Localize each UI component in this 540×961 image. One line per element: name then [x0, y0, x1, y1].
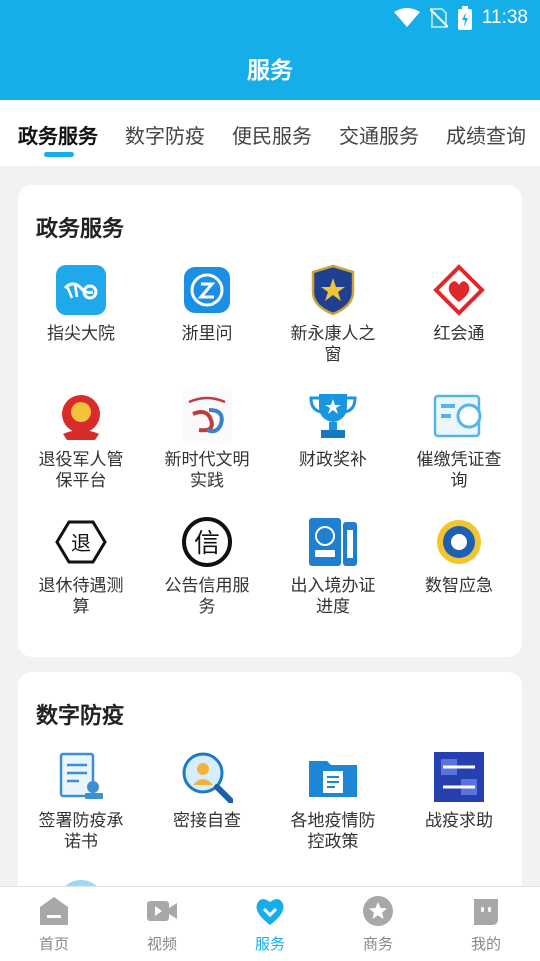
nav-business[interactable]: 商务 — [324, 895, 432, 954]
passport-icon — [309, 518, 357, 566]
credit-circle-icon: 信 — [182, 517, 232, 567]
chat-app-icon — [184, 267, 230, 313]
tab-traffic-service[interactable]: 交通服务 — [339, 120, 419, 149]
service-label: 各地疫情防控政策 — [290, 811, 376, 852]
voucher-search-icon — [433, 394, 482, 438]
section-title: 数字防疫 — [36, 704, 125, 729]
svg-text:退: 退 — [71, 531, 91, 555]
star-icon — [363, 896, 393, 926]
service-label: 出入境办证进度 — [290, 576, 376, 617]
nav-label: 我的 — [470, 935, 501, 953]
service-label: 红会通 — [433, 324, 485, 344]
service-item-retire-calc[interactable]: 退 退休待遇测算 — [18, 516, 144, 618]
nav-video[interactable]: 视频 — [108, 895, 216, 954]
tab-bar: 政务服务 数字防疫 便民服务 交通服务 成绩查询 — [0, 100, 540, 166]
national-emblem-icon — [62, 395, 100, 440]
service-label: 新永康人之窗 — [290, 324, 376, 365]
service-label: 退休待遇测算 — [38, 576, 124, 617]
gov-service-card: 政务服务 指尖大院 浙里问 新永康人之窗 红会通 退役军人管保平台 新时代文明实… — [18, 185, 522, 657]
police-badge-icon — [311, 264, 355, 316]
service-item-sign-pledge[interactable]: 签署防疫承诺书 — [18, 751, 144, 853]
service-label: 财政奖补 — [299, 450, 367, 470]
tab-gov-service[interactable]: 政务服务 — [18, 120, 98, 149]
service-label: 浙里问 — [181, 324, 233, 344]
service-item-zhijian-dayuan[interactable]: 指尖大院 — [18, 264, 144, 345]
document-stamp-icon — [59, 752, 103, 799]
tab-score-query[interactable]: 成绩查询 — [446, 120, 526, 149]
service-item-close-contact-check[interactable]: 密接自查 — [144, 751, 270, 832]
nav-profile[interactable]: 我的 — [432, 895, 540, 954]
app-header: 服务 — [0, 36, 540, 100]
service-label: 催缴凭证查询 — [416, 450, 502, 491]
battery-icon — [457, 6, 472, 30]
page-title: 服务 — [247, 58, 293, 84]
service-item-finance-award[interactable]: 财政奖补 — [270, 390, 396, 471]
service-item-voucher-query[interactable]: 催缴凭证查询 — [396, 390, 522, 492]
heart-service-icon — [256, 898, 284, 925]
service-item-zheli-wen[interactable]: 浙里问 — [144, 264, 270, 345]
nav-label: 商务 — [362, 935, 393, 953]
service-item-epidemic-help[interactable]: 战疫求助 — [396, 751, 522, 832]
nav-label: 服务 — [254, 935, 285, 953]
wifi-icon — [393, 8, 420, 27]
nav-label: 视频 — [146, 935, 177, 953]
status-bar: 11:38 — [0, 0, 540, 36]
service-item-civilization[interactable]: 新时代文明实践 — [144, 390, 270, 492]
service-item-emergency[interactable]: 数智应急 — [396, 516, 522, 597]
retire-hexagon-icon: 退 — [55, 520, 107, 564]
service-label: 战疫求助 — [425, 811, 493, 831]
service-label: 签署防疫承诺书 — [38, 811, 124, 852]
civilization-logo-icon — [182, 391, 232, 441]
service-item-local-policy[interactable]: 各地疫情防控政策 — [270, 751, 396, 853]
bottom-navigation: 首页 视频 服务 商务 我的 — [0, 886, 540, 961]
no-sim-icon — [429, 8, 448, 28]
nav-service[interactable]: 服务 — [216, 895, 324, 954]
nav-home[interactable]: 首页 — [0, 895, 108, 954]
service-item-veterans[interactable]: 退役军人管保平台 — [18, 390, 144, 492]
tab-digital-epidemic[interactable]: 数字防疫 — [125, 120, 205, 149]
service-label: 数智应急 — [425, 576, 493, 596]
service-label: 公告信用服务 — [164, 576, 250, 617]
svg-text:信: 信 — [194, 529, 220, 559]
clock: 11:38 — [481, 7, 528, 28]
status-icons: 11:38 — [393, 6, 528, 30]
tab-active-indicator — [44, 152, 74, 157]
section-title: 政务服务 — [36, 217, 125, 242]
service-label: 指尖大院 — [47, 324, 115, 344]
service-label: 密接自查 — [173, 811, 241, 831]
profile-icon — [474, 899, 498, 925]
digital-epidemic-card: 数字防疫 签署防疫承诺书 密接自查 各地疫情防控政策 战疫求助 — [18, 672, 522, 912]
tab-convenience-service[interactable]: 便民服务 — [232, 120, 312, 149]
service-item-honghui-tong[interactable]: 红会通 — [396, 264, 522, 345]
bird-app-icon — [56, 265, 106, 315]
folder-icon — [309, 761, 357, 797]
video-icon — [147, 901, 177, 921]
red-cross-heart-icon — [433, 264, 485, 316]
service-label: 新时代文明实践 — [164, 450, 250, 491]
service-item-exit-entry[interactable]: 出入境办证进度 — [270, 516, 396, 618]
service-label: 退役军人管保平台 — [38, 450, 124, 491]
trophy-icon — [309, 394, 357, 438]
help-badge-icon — [434, 752, 484, 802]
service-item-credit-service[interactable]: 信 公告信用服务 — [144, 516, 270, 618]
nav-label: 首页 — [38, 935, 69, 953]
home-icon — [40, 897, 68, 925]
magnifier-person-icon — [182, 752, 233, 803]
service-item-xin-yongkang[interactable]: 新永康人之窗 — [270, 264, 396, 366]
emergency-emblem-icon — [437, 520, 481, 564]
